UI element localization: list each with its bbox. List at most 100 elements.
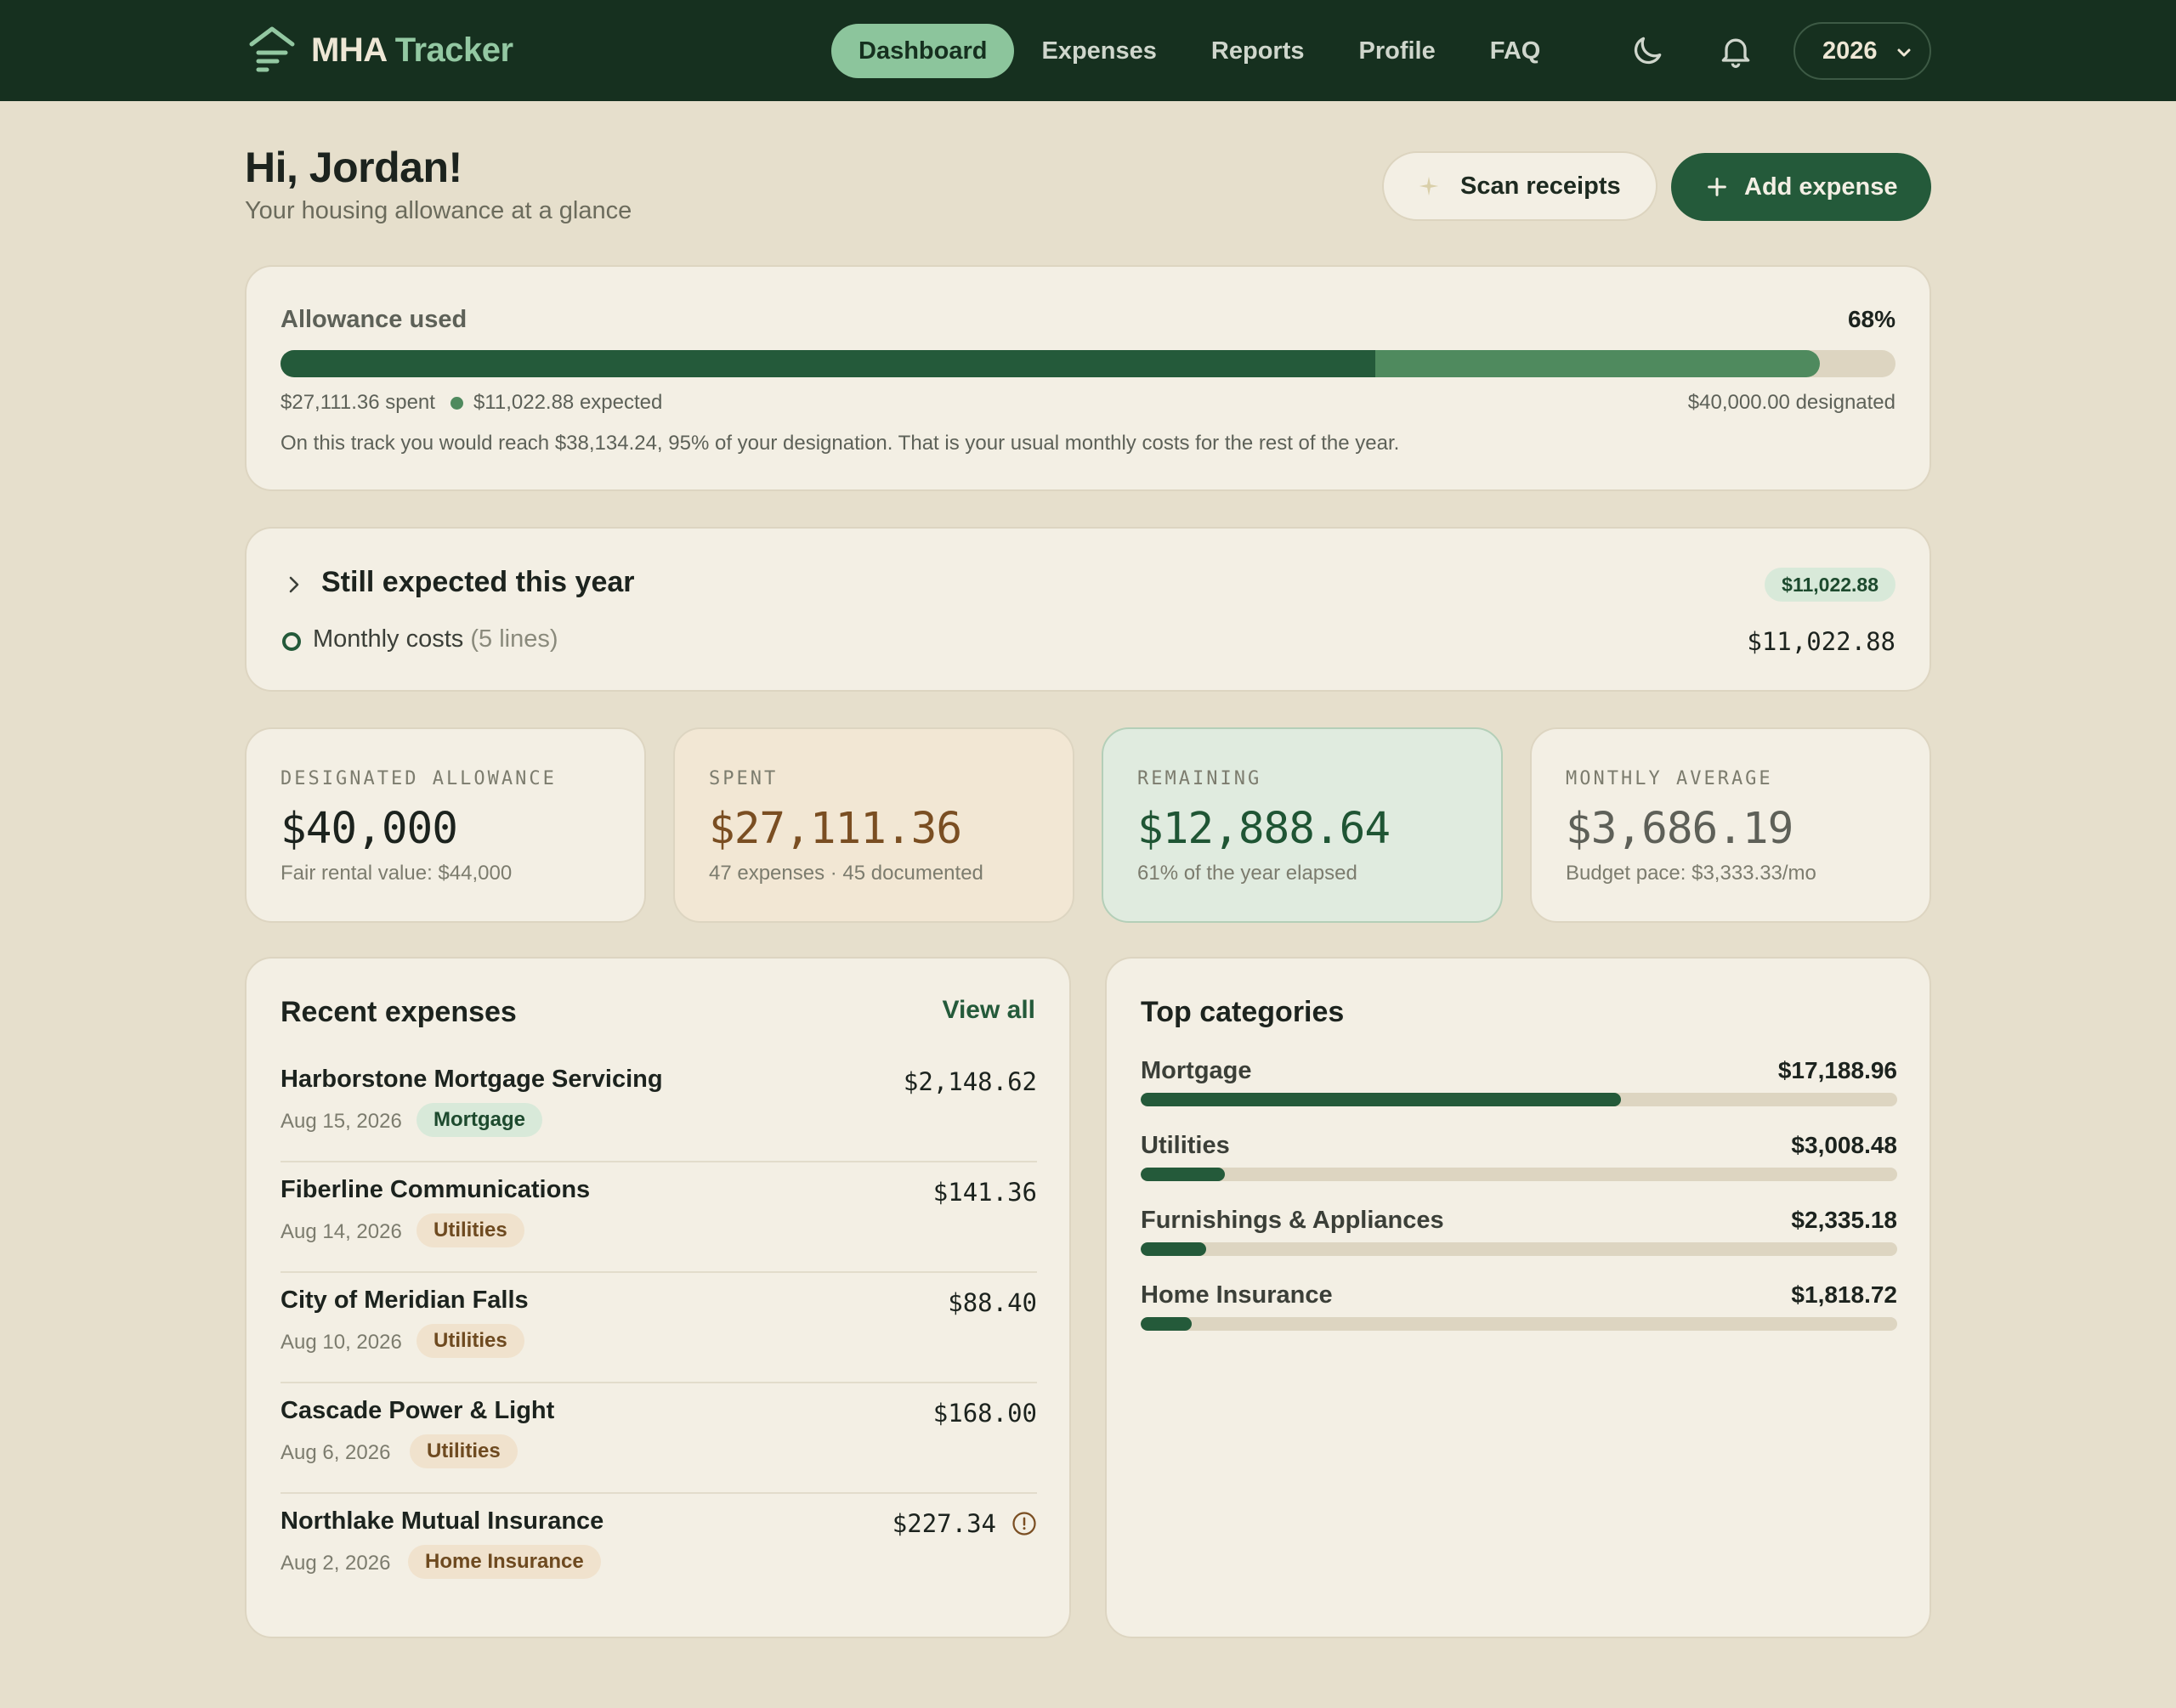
category-tag: Utilities bbox=[416, 1213, 524, 1247]
stat-remaining: REMAINING $12,888.64 61% of the year ela… bbox=[1102, 727, 1503, 923]
bell-icon[interactable] bbox=[1717, 32, 1754, 70]
stat-value: $3,686.19 bbox=[1566, 804, 1794, 854]
moon-icon[interactable] bbox=[1629, 32, 1666, 70]
still-expected-badge: $11,022.88 bbox=[1765, 568, 1896, 602]
stat-spent: SPENT $27,111.36 47 expenses · 45 docume… bbox=[673, 727, 1074, 923]
sparkle-icon bbox=[1419, 176, 1439, 196]
warning-icon[interactable] bbox=[1012, 1511, 1037, 1536]
nav-dashboard[interactable]: Dashboard bbox=[831, 24, 1015, 78]
stat-value: $27,111.36 bbox=[709, 804, 962, 854]
category-bar-fill bbox=[1141, 1242, 1206, 1256]
stat-label: DESIGNATED ALLOWANCE bbox=[280, 768, 557, 789]
category-item: Furnishings & Appliances $2,335.18 bbox=[1141, 1207, 1897, 1266]
expense-amount: $227.34 bbox=[892, 1509, 996, 1538]
chevron-right-icon[interactable] bbox=[284, 573, 304, 597]
stat-sub: Fair rental value: $44,000 bbox=[280, 862, 513, 885]
chevron-down-icon bbox=[1897, 48, 1911, 57]
stat-label: REMAINING bbox=[1137, 768, 1262, 789]
category-item: Home Insurance $1,818.72 bbox=[1141, 1281, 1897, 1341]
expense-date: Aug 15, 2026 bbox=[280, 1110, 402, 1133]
nav-expenses[interactable]: Expenses bbox=[1014, 24, 1183, 78]
brand-logo[interactable]: MHA Tracker bbox=[246, 24, 513, 76]
greeting-block: Hi, Jordan! Your housing allowance at a … bbox=[245, 143, 632, 225]
expense-date: Aug 14, 2026 bbox=[280, 1220, 402, 1243]
expense-name: Harborstone Mortgage Servicing bbox=[280, 1066, 663, 1093]
allowance-note: On this track you would reach $38,134.24… bbox=[280, 432, 1400, 455]
expense-row[interactable]: City of Meridian Falls Aug 10, 2026 Util… bbox=[280, 1273, 1037, 1383]
category-bar-fill bbox=[1141, 1093, 1622, 1106]
category-bar-fill bbox=[1141, 1317, 1192, 1331]
recent-expenses-card: Recent expenses View all Harborstone Mor… bbox=[245, 957, 1071, 1638]
page-subtitle: Your housing allowance at a glance bbox=[245, 197, 632, 224]
top-categories-title: Top categories bbox=[1141, 996, 1345, 1028]
expected-text: $11,022.88 expected bbox=[473, 391, 663, 414]
circle-icon bbox=[282, 632, 301, 651]
expense-row[interactable]: Fiberline Communications Aug 14, 2026 Ut… bbox=[280, 1162, 1037, 1273]
category-amount: $2,335.18 bbox=[1791, 1207, 1897, 1233]
still-expected-title[interactable]: Still expected this year bbox=[321, 566, 635, 599]
house-logo-icon bbox=[249, 26, 295, 72]
stat-sub: 61% of the year elapsed bbox=[1137, 862, 1357, 885]
stat-monthly-average: MONTHLY AVERAGE $3,686.19 Budget pace: $… bbox=[1530, 727, 1931, 923]
expense-amount: $2,148.62 bbox=[903, 1067, 1037, 1096]
allowance-spent-fill bbox=[280, 350, 1376, 377]
designated-text: $40,000.00 designated bbox=[1687, 391, 1896, 414]
expense-row[interactable]: Northlake Mutual Insurance Aug 2, 2026 H… bbox=[280, 1494, 1037, 1604]
expense-row[interactable]: Harborstone Mortgage Servicing Aug 15, 2… bbox=[280, 1052, 1037, 1162]
stat-value: $40,000 bbox=[280, 804, 458, 854]
monthly-costs-label: Monthly costs (5 lines) bbox=[313, 625, 558, 653]
nav-profile[interactable]: Profile bbox=[1331, 24, 1462, 78]
category-item: Utilities $3,008.48 bbox=[1141, 1132, 1897, 1191]
category-bar bbox=[1141, 1168, 1897, 1181]
category-name: Home Insurance bbox=[1141, 1281, 1333, 1309]
nav-faq[interactable]: FAQ bbox=[1463, 24, 1568, 78]
expense-date: Aug 2, 2026 bbox=[280, 1552, 391, 1575]
expense-amount: $141.36 bbox=[932, 1178, 1037, 1207]
page-title: Hi, Jordan! bbox=[245, 144, 462, 191]
view-all-link[interactable]: View all bbox=[942, 996, 1035, 1025]
expense-date: Aug 10, 2026 bbox=[280, 1331, 402, 1354]
nav-links: Dashboard Expenses Reports Profile FAQ bbox=[831, 24, 1567, 78]
allowance-title: Allowance used bbox=[280, 306, 468, 333]
scan-receipts-button[interactable]: Scan receipts bbox=[1382, 151, 1658, 221]
expense-amount: $88.40 bbox=[948, 1288, 1037, 1317]
category-name: Mortgage bbox=[1141, 1057, 1252, 1084]
monthly-costs-amount: $11,022.88 bbox=[1747, 627, 1896, 656]
expense-name: City of Meridian Falls bbox=[280, 1287, 529, 1314]
year-select[interactable]: 2026 bbox=[1794, 22, 1931, 80]
allowance-percent: 68% bbox=[1847, 306, 1896, 332]
top-categories-card: Top categories Mortgage $17,188.96 Utili… bbox=[1105, 957, 1931, 1638]
stat-label: SPENT bbox=[709, 768, 779, 789]
still-expected-card: Still expected this year $11,022.88 Mont… bbox=[245, 527, 1931, 692]
category-name: Utilities bbox=[1141, 1132, 1230, 1159]
add-expense-button[interactable]: Add expense bbox=[1671, 153, 1931, 221]
expense-amount: $168.00 bbox=[932, 1399, 1037, 1428]
allowance-card: Allowance used 68% $27,111.36 spent $11,… bbox=[245, 265, 1931, 491]
category-tag: Utilities bbox=[416, 1324, 524, 1358]
recent-expenses-title: Recent expenses bbox=[280, 996, 517, 1028]
stat-value: $12,888.64 bbox=[1137, 804, 1391, 854]
spent-text: $27,111.36 spent bbox=[280, 391, 435, 414]
category-bar bbox=[1141, 1093, 1897, 1106]
stat-sub: Budget pace: $3,333.33/mo bbox=[1566, 862, 1816, 885]
category-amount: $3,008.48 bbox=[1791, 1132, 1897, 1158]
category-bar bbox=[1141, 1317, 1897, 1331]
top-nav: MHA Tracker Dashboard Expenses Reports P… bbox=[0, 0, 2176, 101]
expense-row[interactable]: Cascade Power & Light Aug 6, 2026 Utilit… bbox=[280, 1383, 1037, 1494]
allowance-expected-fill bbox=[1375, 350, 1820, 377]
category-tag: Home Insurance bbox=[408, 1545, 601, 1579]
allowance-legend: $27,111.36 spent $11,022.88 expected bbox=[280, 391, 662, 415]
nav-reports[interactable]: Reports bbox=[1184, 24, 1332, 78]
category-name: Furnishings & Appliances bbox=[1141, 1207, 1444, 1234]
category-amount: $17,188.96 bbox=[1777, 1057, 1897, 1083]
expense-name: Northlake Mutual Insurance bbox=[280, 1507, 604, 1535]
expense-name: Fiberline Communications bbox=[280, 1176, 591, 1203]
stat-label: MONTHLY AVERAGE bbox=[1566, 768, 1773, 789]
category-bar bbox=[1141, 1242, 1897, 1256]
plus-icon bbox=[1708, 178, 1726, 196]
stat-sub: 47 expenses · 45 documented bbox=[709, 862, 983, 885]
expected-dot-icon bbox=[450, 396, 463, 410]
stat-designated-allowance: DESIGNATED ALLOWANCE $40,000 Fair rental… bbox=[245, 727, 646, 923]
expense-date: Aug 6, 2026 bbox=[280, 1441, 391, 1464]
category-amount: $1,818.72 bbox=[1791, 1281, 1897, 1308]
